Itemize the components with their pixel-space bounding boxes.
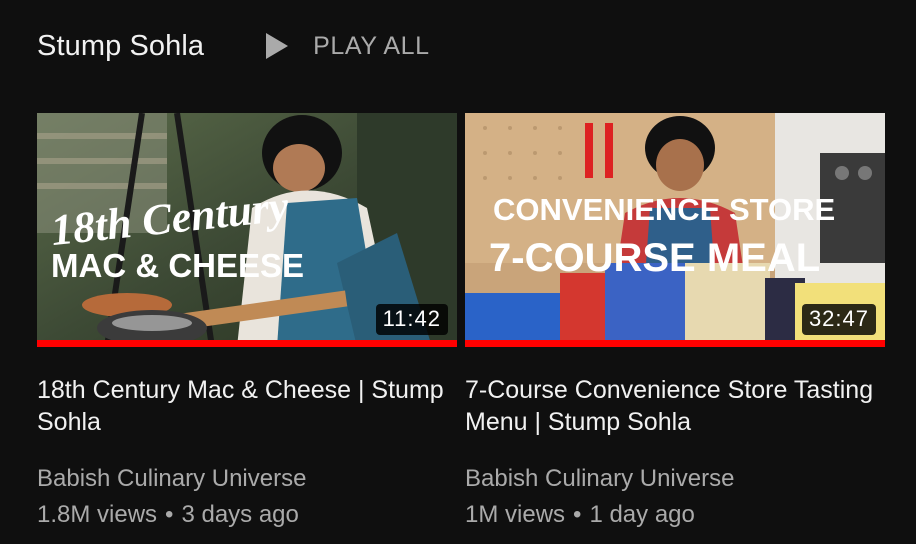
watch-progress-bar	[465, 340, 885, 347]
video-title[interactable]: 7-Course Convenience Store Tasting Menu …	[465, 374, 885, 438]
view-count: 1.8M views	[37, 501, 158, 528]
upload-age: 3 days ago	[181, 501, 299, 528]
play-all-button[interactable]: PLAY ALL	[266, 32, 429, 61]
video-thumbnail[interactable]: 18th Century MAC & CHEESE 11:42	[37, 113, 457, 347]
view-count: 1M views	[465, 501, 566, 528]
thumbnail-title-line2: 7-COURSE MEAL	[489, 236, 820, 280]
video-metadata: 1.8M views • 3 days ago	[37, 497, 457, 533]
duration-badge: 11:42	[375, 304, 448, 335]
watch-progress-bar	[37, 340, 457, 347]
meta-separator: •	[573, 501, 582, 528]
meta-separator: •	[165, 501, 174, 528]
play-icon	[266, 33, 289, 59]
video-thumbnail[interactable]: CONVENIENCE STORE 7-COURSE MEAL 32:47	[465, 113, 885, 347]
channel-name[interactable]: Babish Culinary Universe	[465, 461, 885, 497]
video-card: 18th Century MAC & CHEESE 11:42 18th Cen…	[37, 113, 457, 533]
video-metadata: 1M views • 1 day ago	[465, 497, 885, 533]
video-title[interactable]: 18th Century Mac & Cheese | Stump Sohla	[37, 374, 457, 438]
thumbnail-title-line2: MAC & CHEESE	[51, 247, 304, 284]
shelf-header: Stump Sohla PLAY ALL	[37, 26, 430, 66]
play-all-label: PLAY ALL	[313, 31, 430, 60]
upload-age: 1 day ago	[589, 501, 695, 528]
shelf-title[interactable]: Stump Sohla	[37, 30, 204, 63]
channel-name[interactable]: Babish Culinary Universe	[37, 461, 457, 497]
thumbnail-title-line1: CONVENIENCE STORE	[493, 192, 835, 227]
duration-badge: 32:47	[801, 304, 876, 335]
video-card: CONVENIENCE STORE 7-COURSE MEAL 32:47 7-…	[465, 113, 885, 533]
